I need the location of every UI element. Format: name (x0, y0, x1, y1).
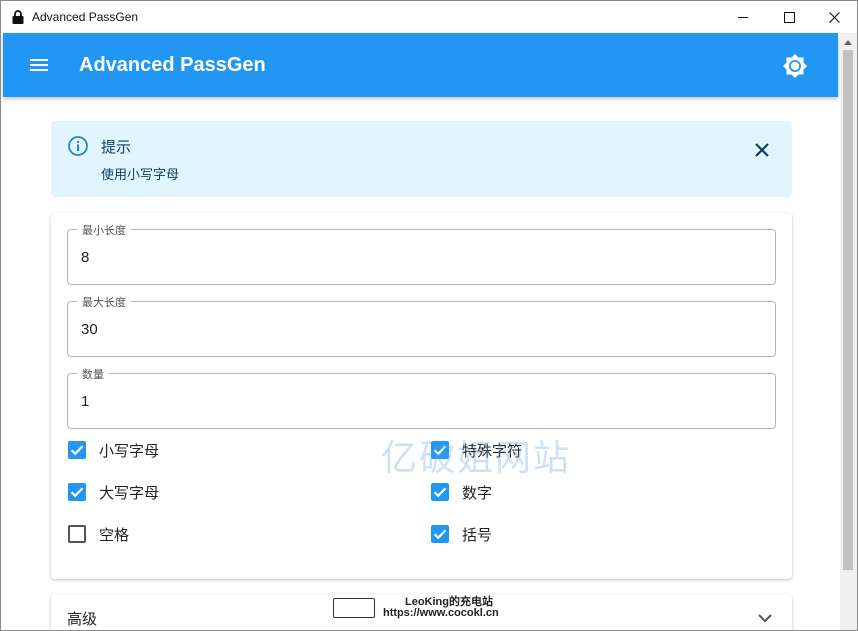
numbers-checkbox[interactable]: 数字 (431, 480, 492, 504)
minimize-button[interactable] (720, 1, 766, 33)
maximize-icon (783, 11, 795, 23)
checkbox-icon[interactable] (431, 483, 449, 501)
lowercase-checkbox[interactable]: 小写字母 (68, 438, 159, 462)
close-window-button[interactable] (811, 1, 857, 33)
vertical-scrollbar[interactable] (840, 33, 857, 630)
min-length-input[interactable] (81, 246, 761, 268)
amount-input[interactable] (81, 390, 761, 412)
spaces-checkbox[interactable]: 空格 (68, 522, 129, 546)
window-title: Advanced PassGen (32, 10, 139, 24)
brackets-label: 括号 (462, 526, 493, 544)
min-length-label: 最小长度 (77, 222, 131, 238)
max-length-input[interactable] (81, 318, 761, 340)
close-icon (828, 11, 840, 23)
lock-icon (12, 10, 24, 24)
watermark-line2: https://www.cocokl.cn (383, 607, 499, 619)
amount-field[interactable]: 数量 (67, 366, 776, 429)
uppercase-label: 大写字母 (99, 484, 160, 502)
watermark-badge: LeoKing的充电站 https://www.cocokl.cn (331, 593, 541, 623)
checkbox-icon[interactable] (68, 483, 86, 501)
app-window: Advanced PassGen Advanced PassGen 提示 使用小… (0, 0, 858, 631)
uppercase-checkbox[interactable]: 大写字母 (68, 480, 159, 504)
info-alert: 提示 使用小写字母 (51, 121, 792, 197)
advanced-title: 高级 (67, 611, 98, 628)
watermark-text: 亿破姐网站 (381, 438, 572, 479)
app-bar: Advanced PassGen (3, 33, 838, 97)
checkbox-icon[interactable] (68, 525, 86, 543)
generator-options-card: 最小长度 最大长度 数量 小写字母 特殊字符 大写字母 (51, 213, 792, 579)
numbers-label: 数字 (462, 484, 493, 502)
laptop-icon (333, 598, 375, 618)
hamburger-menu-icon[interactable] (27, 53, 51, 77)
checkbox-icon[interactable] (68, 441, 86, 459)
minimize-icon (737, 16, 748, 18)
brightness-icon[interactable] (782, 53, 808, 79)
spaces-label: 空格 (99, 526, 130, 544)
max-length-field[interactable]: 最大长度 (67, 294, 776, 357)
close-icon[interactable] (751, 139, 773, 161)
alert-message: 使用小写字母 (101, 167, 180, 182)
min-length-field[interactable]: 最小长度 (67, 222, 776, 285)
app-title: Advanced PassGen (79, 54, 266, 76)
alert-title: 提示 (101, 139, 132, 156)
checkbox-icon[interactable] (431, 525, 449, 543)
title-bar[interactable]: Advanced PassGen (1, 1, 857, 33)
maximize-button[interactable] (766, 1, 812, 33)
scrollbar-thumb[interactable] (843, 50, 853, 570)
amount-label: 数量 (77, 366, 109, 382)
max-length-label: 最大长度 (77, 294, 131, 310)
chevron-down-icon[interactable] (754, 607, 776, 629)
info-icon (68, 136, 88, 156)
brackets-checkbox[interactable]: 括号 (431, 522, 492, 546)
lowercase-label: 小写字母 (99, 442, 160, 460)
scroll-up-arrow-icon[interactable] (844, 40, 852, 45)
main-content: 提示 使用小写字母 最小长度 最大长度 数量 小写字母 (3, 97, 840, 630)
